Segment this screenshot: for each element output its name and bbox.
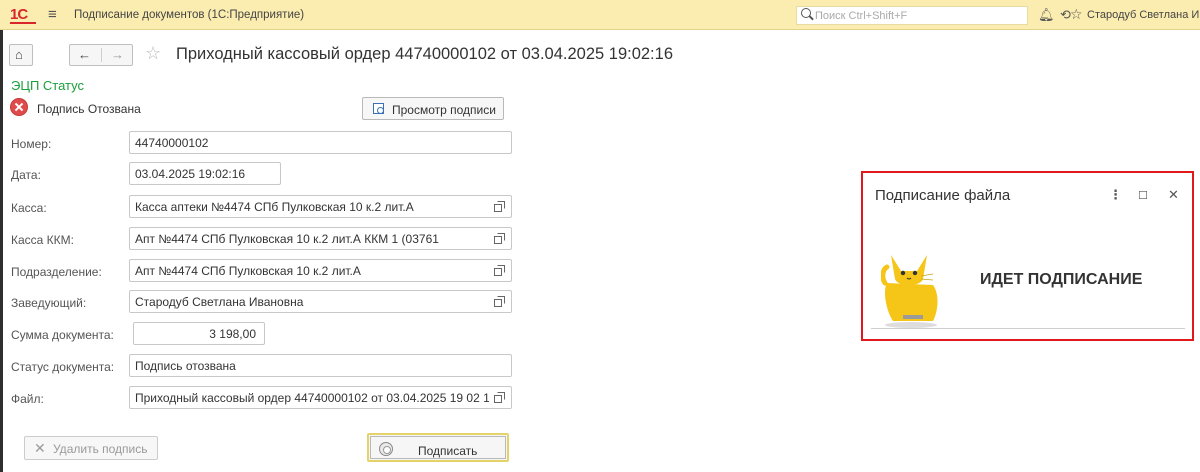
- date-field[interactable]: 03.04.2025 19:02:16: [129, 162, 281, 185]
- open-link-icon[interactable]: [494, 296, 505, 307]
- cash-register-label: Касса:: [11, 201, 47, 215]
- dialog-title: Подписание файла: [875, 187, 1011, 204]
- cash-register-value: Касса аптеки №4474 СПб Пулковская 10 к.2…: [135, 200, 414, 214]
- manager-field[interactable]: Стародуб Светлана Ивановна: [129, 290, 512, 313]
- file-signing-dialog: Подписание файла ⋮ ☐ ✕ ИДЕТ ПОДПИСАНИЕ: [861, 171, 1194, 341]
- view-signature-label: Просмотр подписи: [392, 103, 496, 117]
- open-link-icon[interactable]: [494, 201, 505, 212]
- global-search-input[interactable]: Поиск Ctrl+Shift+F: [796, 6, 1028, 25]
- sign-button-inner: Подписать: [370, 436, 506, 459]
- back-arrow-icon[interactable]: ←: [78, 47, 91, 62]
- view-signature-button[interactable]: Просмотр подписи: [362, 97, 504, 120]
- date-value: 03.04.2025 19:02:16: [135, 167, 246, 181]
- amount-label: Сумма документа:: [11, 328, 114, 342]
- sign-button[interactable]: Подписать: [367, 433, 509, 462]
- top-bar: 1С ≡ Подписание документов (1С:Предприят…: [0, 0, 1200, 30]
- delete-x-icon: ✕: [34, 440, 46, 456]
- forward-arrow-icon[interactable]: →: [111, 47, 124, 62]
- number-value: 44740000102: [135, 136, 209, 150]
- current-user-name[interactable]: Стародуб Светлана Ива: [1087, 9, 1200, 21]
- app-title: Подписание документов (1С:Предприятие): [74, 9, 305, 21]
- back-forward-group: ← →: [69, 44, 133, 66]
- cash-register-field[interactable]: Касса аптеки №4474 СПб Пулковская 10 к.2…: [129, 195, 512, 218]
- sign-circle-icon: [379, 442, 393, 456]
- left-window-edge: [0, 30, 3, 472]
- document-status-label: Статус документа:: [11, 360, 115, 374]
- revoked-status-icon: [11, 99, 27, 115]
- amount-value: 3 198,00: [209, 327, 256, 341]
- bell-icon[interactable]: 🔔︎: [1038, 7, 1055, 23]
- number-field[interactable]: 44740000102: [129, 131, 512, 154]
- document-status-field[interactable]: Подпись отозвана: [129, 354, 512, 377]
- document-title: Приходный кассовый ордер 44740000102 от …: [176, 45, 673, 63]
- magnifier-document-icon: [373, 103, 384, 114]
- open-link-icon[interactable]: [494, 265, 505, 276]
- nav-divider: [101, 48, 102, 62]
- open-link-icon[interactable]: [494, 233, 505, 244]
- manager-label: Заведующий:: [11, 296, 87, 310]
- search-icon: [801, 8, 811, 18]
- division-value: Апт №4474 СПб Пулковская 10 к.2 лит.А: [135, 264, 361, 278]
- file-label: Файл:: [11, 392, 44, 406]
- home-icon: ⌂: [15, 47, 23, 62]
- app-logo[interactable]: 1С: [10, 6, 28, 23]
- delete-signature-button[interactable]: ✕ Удалить подпись: [24, 436, 158, 460]
- more-options-icon[interactable]: ⋮: [1109, 187, 1122, 203]
- manager-value: Стародуб Светлана Ивановна: [135, 295, 304, 309]
- kkm-value: Апт №4474 СПб Пулковская 10 к.2 лит.А КК…: [135, 232, 439, 246]
- edc-status-heading: ЭЦП Статус: [11, 78, 85, 93]
- waving-cat-icon: [881, 255, 938, 328]
- signing-progress-text: ИДЕТ ПОДПИСАНИЕ: [980, 271, 1143, 288]
- maximize-icon[interactable]: ☐: [1138, 189, 1148, 202]
- division-label: Подразделение:: [11, 265, 102, 279]
- number-label: Номер:: [11, 137, 52, 151]
- open-link-icon[interactable]: [494, 392, 505, 403]
- search-placeholder: Поиск Ctrl+Shift+F: [815, 10, 908, 22]
- file-field[interactable]: Приходный кассовый ордер 44740000102 от …: [129, 386, 512, 409]
- document-status-value: Подпись отозвана: [135, 359, 236, 373]
- home-button[interactable]: ⌂: [9, 44, 33, 66]
- file-value: Приходный кассовый ордер 44740000102 от …: [135, 391, 489, 405]
- close-icon[interactable]: ✕: [1168, 187, 1179, 203]
- kkm-field[interactable]: Апт №4474 СПб Пулковская 10 к.2 лит.А КК…: [129, 227, 512, 250]
- delete-signature-label: Удалить подпись: [53, 442, 148, 456]
- amount-field[interactable]: 3 198,00: [133, 322, 265, 345]
- date-label: Дата:: [11, 168, 41, 182]
- division-field[interactable]: Апт №4474 СПб Пулковская 10 к.2 лит.А: [129, 259, 512, 282]
- add-to-favorites-star-icon[interactable]: ☆: [145, 43, 161, 64]
- kkm-label: Касса ККМ:: [11, 233, 74, 247]
- app-logo-underline: [10, 22, 36, 24]
- dialog-divider: [871, 328, 1185, 329]
- hamburger-menu-icon[interactable]: ≡: [48, 6, 57, 23]
- favorites-star-icon[interactable]: ☆: [1070, 6, 1083, 23]
- signature-status-text: Подпись Отозвана: [37, 102, 141, 116]
- sign-button-label: Подписать: [418, 444, 478, 458]
